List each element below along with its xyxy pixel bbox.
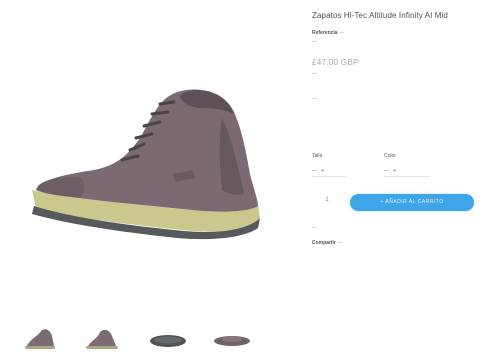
product-title: Zapatos Hi-Tec Altitude Infinity AI Mid <box>312 11 448 20</box>
reference-value: — <box>338 30 344 36</box>
reference-line: Referencia — <box>312 30 344 37</box>
wishlist-link[interactable]: — <box>312 225 317 232</box>
shipping-note: — <box>312 96 317 102</box>
product-price: £47.00 GBP <box>312 58 359 67</box>
quantity-input[interactable]: 1 <box>312 193 342 207</box>
size-select-value: — <box>312 168 317 174</box>
color-select-value: — <box>384 168 389 174</box>
share-row: Compartir — <box>312 240 342 247</box>
thumbnail-2[interactable] <box>80 326 124 352</box>
reference-label: Referencia <box>312 30 338 36</box>
thumbnail-3[interactable] <box>146 326 190 352</box>
thumbnail-4[interactable] <box>210 326 254 352</box>
price-note: — <box>312 71 317 77</box>
color-select[interactable]: — ▾ <box>384 167 430 177</box>
color-label: Color <box>384 153 396 159</box>
chevron-down-icon: ▾ <box>321 168 324 174</box>
product-main-image[interactable] <box>22 78 270 248</box>
thumbnail-strip <box>18 326 278 352</box>
size-select[interactable]: — ▾ <box>312 167 346 177</box>
thumbnail-1[interactable] <box>18 326 62 352</box>
product-gallery <box>0 0 285 356</box>
size-label: Talla <box>312 153 323 159</box>
share-label: Compartir <box>312 240 336 246</box>
share-links[interactable]: — <box>337 240 342 246</box>
availability-text: — <box>312 39 317 45</box>
add-to-cart-button[interactable]: + AÑADIR AL CARRITO <box>350 194 474 211</box>
chevron-down-icon: ▾ <box>393 168 396 174</box>
product-info-panel: Zapatos Hi-Tec Altitude Infinity AI Mid … <box>298 0 499 356</box>
